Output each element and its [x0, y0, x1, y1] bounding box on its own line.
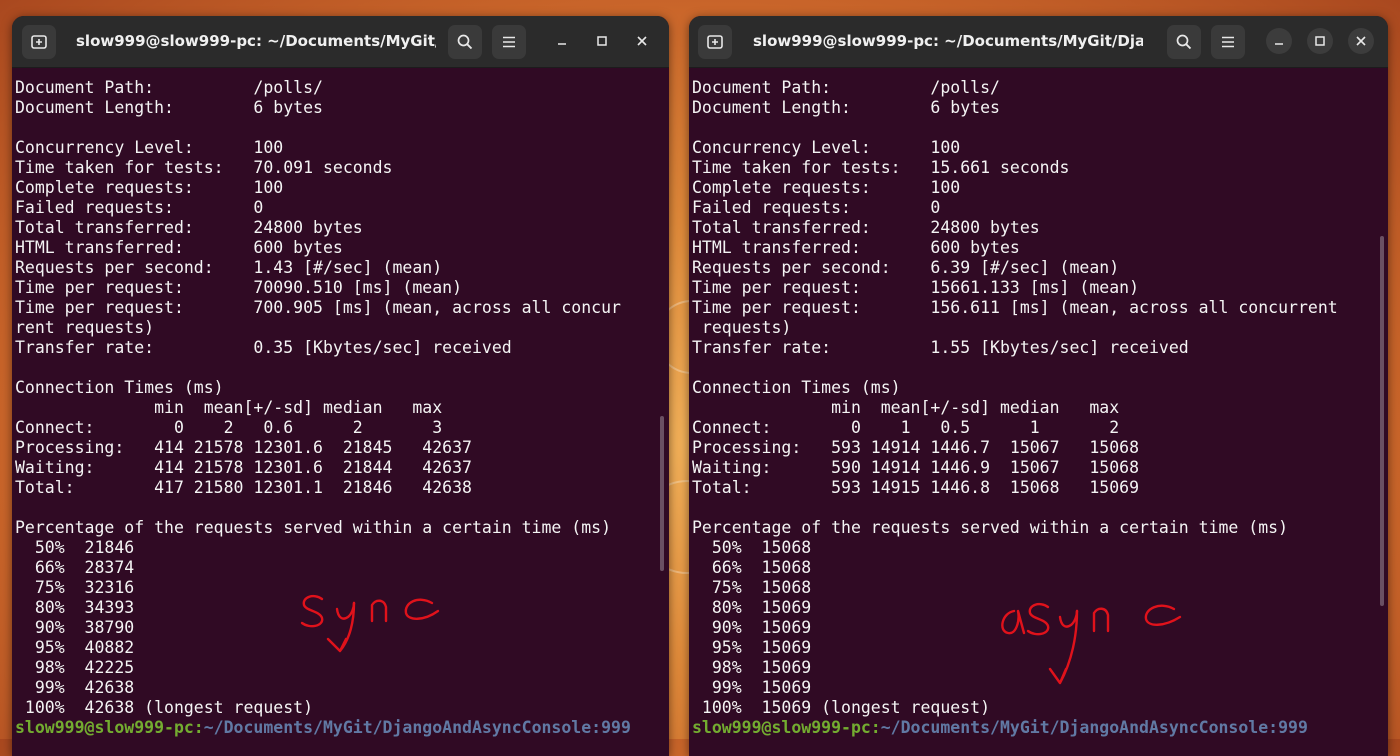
terminal-line: Waiting: 414 21578 12301.6 21844 42637: [15, 458, 472, 477]
terminal-line: Waiting: 590 14914 1446.9 15067 15068: [692, 458, 1140, 477]
terminal-line: 50% 21846: [15, 538, 135, 557]
terminal-line: 66% 15068: [692, 558, 812, 577]
minimize-button[interactable]: [549, 28, 575, 54]
scrollbar[interactable]: [660, 416, 664, 571]
hamburger-menu-icon: [1222, 36, 1234, 48]
menu-button[interactable]: [492, 25, 526, 59]
shell-prompt: slow999@slow999-pc:~/Documents/MyGit/Dja…: [15, 718, 669, 738]
titlebar[interactable]: slow999@slow999-pc: ~/Documents/MyGit/Dj…: [12, 16, 669, 68]
terminal-line: 100% 42638 (longest request): [15, 698, 314, 717]
terminal-line: Requests per second: 6.39 [#/sec] (mean): [692, 258, 1120, 277]
terminal-line: Processing: 593 14914 1446.7 15067 15068: [692, 438, 1140, 457]
terminal-line: 100% 15069 (longest request): [692, 698, 991, 717]
close-icon: [1356, 36, 1366, 46]
terminal-line: HTML transferred: 600 bytes: [692, 238, 1020, 257]
window-title: slow999@slow999-pc: ~/Documents/MyGit/Dj…: [76, 32, 436, 50]
close-button[interactable]: [1348, 28, 1374, 54]
terminal-line: Failed requests: 0: [15, 198, 264, 217]
terminal-line: Document Length: 6 bytes: [15, 98, 323, 117]
terminal-line: Complete requests: 100: [692, 178, 961, 197]
scrollbar[interactable]: [1380, 236, 1384, 606]
terminal-line: Transfer rate: 1.55 [Kbytes/sec] receive…: [692, 338, 1189, 357]
terminal-line: Percentage of the requests served within…: [692, 518, 1289, 537]
terminal-line: Document Length: 6 bytes: [692, 98, 1000, 117]
minimize-button[interactable]: [1266, 28, 1292, 54]
hamburger-menu-icon: [503, 36, 515, 48]
new-tab-icon: [707, 35, 723, 49]
terminal-line: Time per request: 70090.510 [ms] (mean): [15, 278, 463, 297]
search-button[interactable]: [448, 25, 482, 59]
handwritten-annotation-sync: [300, 594, 440, 653]
terminal-line: Processing: 414 21578 12301.6 21845 4263…: [15, 438, 472, 457]
terminal-line: Time per request: 156.611 [ms] (mean, ac…: [692, 298, 1338, 317]
terminal-line: Connect: 0 2 0.6 2 3: [15, 418, 443, 437]
terminal-line: Transfer rate: 0.35 [Kbytes/sec] receive…: [15, 338, 512, 357]
terminal-line: Complete requests: 100: [15, 178, 284, 197]
close-button[interactable]: [629, 28, 655, 54]
close-icon: [637, 36, 647, 46]
minimize-icon: [1275, 43, 1283, 45]
maximize-button[interactable]: [589, 28, 615, 54]
terminal-line: 50% 15068: [692, 538, 812, 557]
terminal-line: Document Path: /polls/: [692, 78, 1000, 97]
terminal-line: rent requests): [15, 318, 155, 337]
maximize-icon: [1315, 36, 1325, 46]
terminal-line: Total: 417 21580 12301.1 21846 42638: [15, 478, 472, 497]
terminal-line: Requests per second: 1.43 [#/sec] (mean): [15, 258, 443, 277]
terminal-line: Connection Times (ms): [15, 378, 224, 397]
terminal-line: Percentage of the requests served within…: [15, 518, 612, 537]
new-tab-button[interactable]: [698, 25, 732, 59]
new-tab-button[interactable]: [22, 25, 56, 59]
terminal-line: Time taken for tests: 70.091 seconds: [15, 158, 393, 177]
terminal-line: Total transferred: 24800 bytes: [692, 218, 1040, 237]
terminal-line: 99% 42638: [15, 678, 135, 697]
terminal-line: Failed requests: 0: [692, 198, 941, 217]
maximize-button[interactable]: [1307, 28, 1333, 54]
prompt-path: ~/Documents/MyGit/DjangoAndAsyncConsole:…: [203, 718, 631, 737]
search-icon: [457, 34, 473, 50]
terminal-line: Concurrency Level: 100: [15, 138, 284, 157]
terminal-line: Total: 593 14915 1446.8 15068 15069: [692, 478, 1140, 497]
terminal-line: Concurrency Level: 100: [692, 138, 961, 157]
terminal-window-sync[interactable]: slow999@slow999-pc: ~/Documents/MyGit/Dj…: [12, 16, 669, 756]
titlebar[interactable]: slow999@slow999-pc: ~/Documents/MyGit/Dj…: [689, 16, 1388, 68]
terminal-window-async[interactable]: slow999@slow999-pc: ~/Documents/MyGit/Dj…: [689, 16, 1388, 756]
window-title: slow999@slow999-pc: ~/Documents/MyGit/Dj…: [753, 32, 1143, 50]
handwritten-annotation-async: [1001, 602, 1182, 685]
terminal-line: Total transferred: 24800 bytes: [15, 218, 363, 237]
terminal-line: Document Path: /polls/: [15, 78, 323, 97]
terminal-line: Time per request: 15661.133 [ms] (mean): [692, 278, 1140, 297]
prompt-user: slow999@slow999-pc:: [15, 718, 204, 737]
terminal-line: Time per request: 700.905 [ms] (mean, ac…: [15, 298, 621, 317]
prompt-path: ~/Documents/MyGit/DjangoAndAsyncConsole:…: [880, 718, 1308, 737]
terminal-line: min mean[+/-sd] median max: [15, 398, 443, 417]
shell-prompt: slow999@slow999-pc:~/Documents/MyGit/Dja…: [692, 718, 1388, 738]
terminal-line: 66% 28374: [15, 558, 135, 577]
terminal-line: Time taken for tests: 15.661 seconds: [692, 158, 1070, 177]
maximize-icon: [597, 36, 607, 46]
search-icon: [1176, 34, 1192, 50]
terminal-line: Connection Times (ms): [692, 378, 901, 397]
menu-button[interactable]: [1211, 25, 1245, 59]
terminal-line: HTML transferred: 600 bytes: [15, 238, 343, 257]
terminal-line: min mean[+/-sd] median max: [692, 398, 1120, 417]
terminal-line: Connect: 0 1 0.5 1 2: [692, 418, 1120, 437]
minimize-icon: [558, 43, 566, 45]
prompt-user: slow999@slow999-pc:: [692, 718, 881, 737]
new-tab-icon: [31, 35, 47, 49]
search-button[interactable]: [1167, 25, 1201, 59]
terminal-line: requests): [692, 318, 792, 337]
